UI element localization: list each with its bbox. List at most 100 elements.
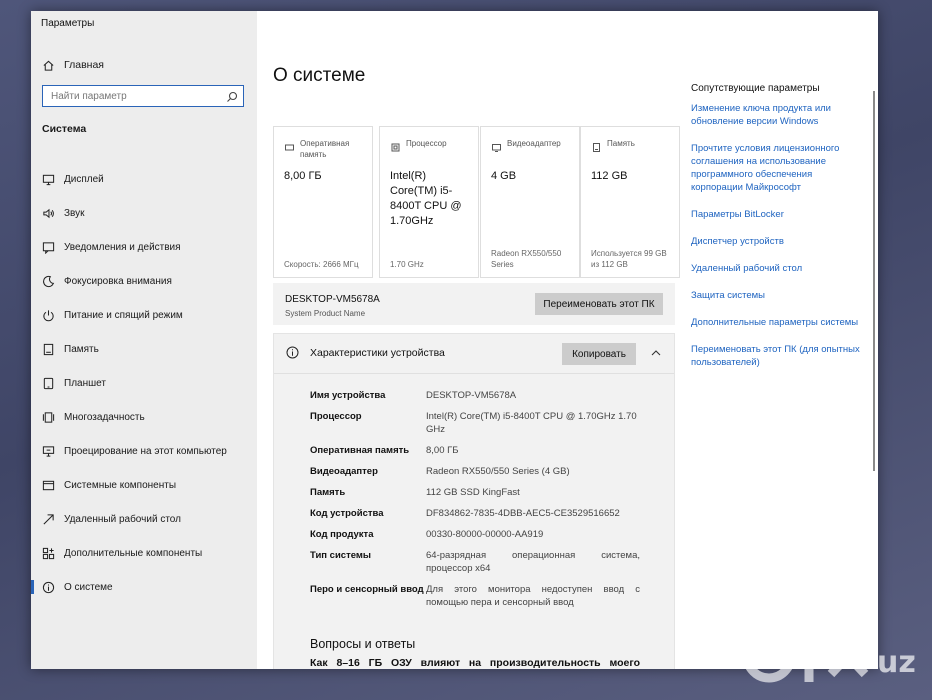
sidebar-item-about[interactable]: О системе (31, 570, 257, 604)
section-title: Система (42, 123, 87, 135)
sidebar-item-label: Дисплей (64, 173, 104, 185)
link-system-protection[interactable]: Защита системы (691, 289, 861, 302)
sidebar-item-storage[interactable]: Память (31, 332, 257, 366)
card-value: 4 GB (491, 170, 517, 182)
sidebar-item-remote-desktop[interactable]: Удаленный рабочий стол (31, 502, 257, 536)
sidebar-item-components[interactable]: Системные компоненты (31, 468, 257, 502)
sidebar-item-multitasking[interactable]: Многозадачность (31, 400, 257, 434)
spec-key: Код продукта (310, 529, 374, 540)
sidebar-item-optional-features[interactable]: Дополнительные компоненты (31, 536, 257, 570)
chevron-up-icon[interactable] (650, 346, 662, 358)
sidebar-item-projection[interactable]: Проецирование на этот компьютер (31, 434, 257, 468)
spec-row: Память 112 GB SSD KingFast (310, 486, 650, 499)
svg-text:uz: uz (877, 645, 916, 680)
sidebar-item-label: Дополнительные компоненты (64, 547, 203, 559)
spec-key: Процессор (310, 411, 362, 422)
storage-icon (41, 342, 55, 356)
sidebar-item-focus[interactable]: Фокусировка внимания (31, 264, 257, 298)
card-ram: Оперативная память 8,00 ГБ Скорость: 266… (273, 126, 373, 278)
projection-icon (41, 444, 55, 458)
power-icon (41, 308, 55, 322)
ram-icon (285, 139, 294, 151)
notification-icon (41, 240, 55, 254)
spec-value: DESKTOP-VM5678A (426, 390, 517, 401)
sidebar-item-label: Планшет (64, 377, 106, 389)
sidebar-item-power[interactable]: Питание и спящий режим (31, 298, 257, 332)
link-device-manager[interactable]: Диспетчер устройств (691, 235, 861, 248)
cpu-icon (391, 139, 400, 152)
card-value: Intel(R) Core(TM) i5-8400T CPU @ 1.70GHz (390, 170, 462, 227)
window-title: Параметры (41, 18, 95, 29)
spec-key: Видеоадаптер (310, 466, 378, 477)
home-icon (41, 58, 55, 72)
spec-value: 8,00 ГБ (426, 445, 459, 456)
sidebar-item-label: Проецирование на этот компьютер (64, 445, 227, 457)
info-icon (41, 580, 55, 594)
spec-key: Перо и сенсорный ввод (310, 584, 424, 595)
rename-pc-button[interactable]: Переименовать этот ПК (535, 293, 663, 315)
sidebar-item-tablet[interactable]: Планшет (31, 366, 257, 400)
extras-icon (41, 546, 55, 560)
scrollbar[interactable] (873, 91, 875, 471)
link-change-product-key[interactable]: Изменение ключа продукта или обновление … (691, 102, 861, 128)
faq-title: Вопросы и ответы (310, 637, 416, 651)
sidebar-nav: Дисплей Звук Уведомления и действия Фоку… (31, 162, 257, 604)
sidebar-item-label: Удаленный рабочий стол (64, 513, 181, 525)
specs-title: Характеристики устройства (310, 347, 445, 359)
monitor-icon (41, 172, 55, 186)
specs-header[interactable]: Характеристики устройства Копировать (274, 334, 674, 374)
olx-watermark-logo: uz (742, 626, 916, 683)
sidebar-item-display[interactable]: Дисплей (31, 162, 257, 196)
search-box[interactable] (42, 85, 244, 107)
card-value: 112 GB (591, 170, 628, 182)
copy-button[interactable]: Копировать (562, 343, 636, 365)
card-sub: Используется 99 GB из 112 GB (591, 249, 667, 269)
spec-value: 00330-80000-00000-AA919 (426, 529, 544, 540)
card-cpu: Процессор Intel(R) Core(TM) i5-8400T CPU… (379, 126, 479, 278)
spec-row: Тип системы 64-разрядная операционная сис… (310, 549, 650, 575)
settings-window: Параметры Главная Система Дисплей Звук (31, 11, 878, 669)
faq-section: Вопросы и ответы Как 8–16 ГБ ОЗУ влияют … (273, 633, 675, 669)
gpu-icon (492, 139, 501, 152)
sidebar-item-label: О системе (64, 581, 113, 593)
moon-icon (41, 274, 55, 288)
main-content: О системе Оперативная память 8,00 ГБ Ско… (257, 11, 878, 669)
spec-value: DF834862-7835-4DBB-AEC5-CE3529516652 (426, 508, 620, 519)
card-sub: Скорость: 2666 МГц (284, 260, 359, 269)
nav-home-label: Главная (64, 59, 104, 71)
link-license-terms[interactable]: Прочтите условия лицензионного соглашени… (691, 142, 861, 194)
nav-home[interactable]: Главная (41, 56, 104, 74)
search-icon[interactable] (226, 90, 238, 102)
faq-question[interactable]: Как 8–16 ГБ ОЗУ влияют на производительн… (310, 657, 640, 669)
sidebar-item-notifications[interactable]: Уведомления и действия (31, 230, 257, 264)
related-title: Сопутствующие параметры (691, 83, 820, 94)
storage-icon (592, 139, 601, 152)
device-model: System Product Name (285, 309, 366, 318)
spec-row: Код устройства DF834862-7835-4DBB-AEC5-CE… (310, 507, 650, 520)
card-sub: Radeon RX550/550 Series (491, 249, 562, 269)
specs-rows: Имя устройства DESKTOP-VM5678A Процессор I… (310, 389, 650, 617)
device-specs-panel: Характеристики устройства Копировать Имя… (273, 333, 675, 655)
search-input[interactable] (49, 89, 223, 103)
spec-key: Память (310, 487, 346, 498)
sidebar-item-sound[interactable]: Звук (31, 196, 257, 230)
card-label: Оперативная память (300, 139, 350, 159)
spec-value: Для этого монитора недоступен ввод с пом… (426, 584, 640, 608)
tablet-icon (41, 376, 55, 390)
link-rename-pc-advanced[interactable]: Переименовать этот ПК (для опытных польз… (691, 343, 861, 369)
multitask-icon (41, 410, 55, 424)
spec-value: Intel(R) Core(TM) i5-8400T CPU @ 1.70GHz… (426, 411, 637, 435)
link-advanced-system-settings[interactable]: Дополнительные параметры системы (691, 316, 861, 329)
spec-value: 64-разрядная операционная система, проце… (426, 550, 640, 574)
link-bitlocker[interactable]: Параметры BitLocker (691, 208, 861, 221)
sidebar-item-label: Память (64, 343, 99, 355)
spec-value: 112 GB SSD KingFast (426, 487, 520, 498)
sidebar: Параметры Главная Система Дисплей Звук (31, 11, 257, 669)
page-title: О системе (273, 64, 366, 86)
sidebar-item-label: Многозадачность (64, 411, 145, 423)
sidebar-item-label: Уведомления и действия (64, 241, 181, 253)
link-remote-desktop[interactable]: Удаленный рабочий стол (691, 262, 861, 275)
spec-row: Имя устройства DESKTOP-VM5678A (310, 389, 650, 402)
sidebar-item-label: Фокусировка внимания (64, 275, 172, 287)
components-icon (41, 478, 55, 492)
